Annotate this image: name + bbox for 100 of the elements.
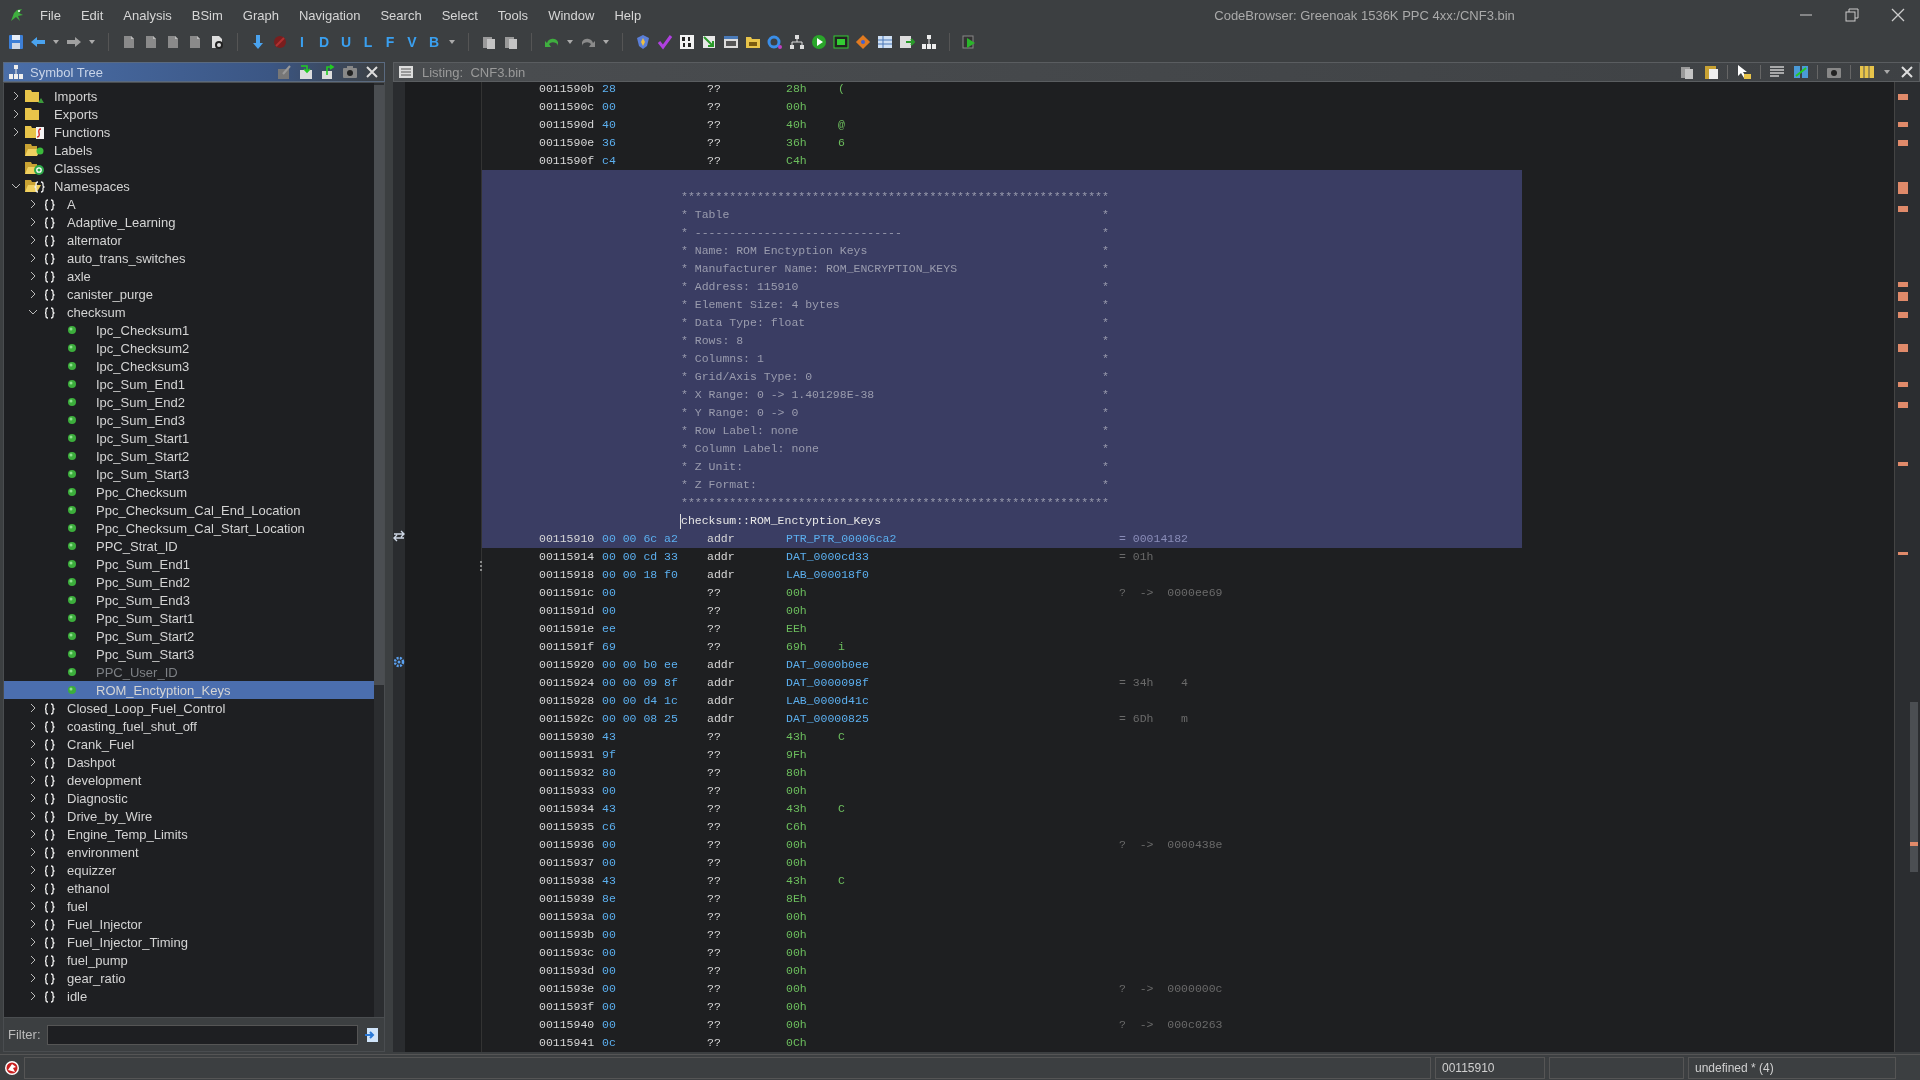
tree-row[interactable]: Ipc_Sum_Start1 bbox=[4, 429, 374, 447]
clipboard-icon[interactable] bbox=[503, 34, 519, 50]
shield-icon[interactable] bbox=[635, 34, 651, 50]
listing-row[interactable]: 00115941 0c ?? 0Ch bbox=[482, 1034, 1522, 1052]
tree-row[interactable]: Ipc_Sum_Start2 bbox=[4, 447, 374, 465]
cursor-icon[interactable] bbox=[1736, 64, 1752, 80]
copy-icon[interactable] bbox=[1679, 64, 1695, 80]
tree-row[interactable]: Exports bbox=[4, 105, 374, 123]
tree-row[interactable]: checksum bbox=[4, 303, 374, 321]
restore-icon[interactable] bbox=[1844, 7, 1860, 23]
tree-row[interactable]: Closed_Loop_Fuel_Control bbox=[4, 699, 374, 717]
tree-row[interactable]: PPC_Strat_ID bbox=[4, 537, 374, 555]
tree-row[interactable]: coasting_fuel_shut_off bbox=[4, 717, 374, 735]
listing-row[interactable]: 00115934 43 ?? 43h C bbox=[482, 800, 1522, 818]
forward-arrow-icon[interactable] bbox=[66, 34, 82, 50]
camera-icon[interactable] bbox=[342, 64, 358, 80]
menu-item[interactable]: Tools bbox=[487, 7, 539, 23]
menu-item[interactable]: BSim bbox=[181, 7, 233, 23]
tree-row[interactable]: Drive_by_Wire bbox=[4, 807, 374, 825]
tree-row[interactable]: Classes bbox=[4, 159, 374, 177]
export-icon[interactable] bbox=[899, 34, 915, 50]
menu-item[interactable]: Edit bbox=[70, 7, 114, 23]
tree-row[interactable]: Ipc_Sum_End2 bbox=[4, 393, 374, 411]
listing-row[interactable]: 0011591f 69 ?? 69h i bbox=[482, 638, 1522, 656]
folder-icon[interactable] bbox=[745, 34, 761, 50]
listing-row[interactable]: 00115935 c6 ?? C6h bbox=[482, 818, 1522, 836]
play-icon[interactable] bbox=[811, 34, 827, 50]
tree-row[interactable]: Ppc_Sum_Start3 bbox=[4, 645, 374, 663]
listing-row[interactable]: 0011593f 00 ?? 00h bbox=[482, 998, 1522, 1016]
listing-row[interactable]: 0011590e 36 ?? 36h 6 bbox=[482, 134, 1522, 152]
listing-row[interactable]: 00115938 43 ?? 43h C bbox=[482, 872, 1522, 890]
tree-row[interactable]: Ppc_Sum_Start1 bbox=[4, 609, 374, 627]
listing-row[interactable]: checksum::ROM_Enctyption_Keys bbox=[482, 512, 1522, 530]
down-arrow-icon[interactable] bbox=[250, 34, 266, 50]
listing-row[interactable]: 00115940 00 ?? 00h ? -> 000c0263 bbox=[482, 1016, 1522, 1034]
listing-row[interactable]: 0011592c 00 00 08 25 addr DAT_00000825 = 6Dh m bbox=[482, 710, 1522, 728]
paste-icon[interactable] bbox=[1703, 64, 1719, 80]
tree-row[interactable]: alternator bbox=[4, 231, 374, 249]
listing-row[interactable]: 0011591e ee ?? EEh bbox=[482, 620, 1522, 638]
menu-item[interactable]: Navigation bbox=[289, 7, 371, 23]
listing-row[interactable]: 0011593a 00 ?? 00h bbox=[482, 908, 1522, 926]
listing-row[interactable]: 0011593c 00 ?? 00h bbox=[482, 944, 1522, 962]
tree-row[interactable]: Ipc_Checksum3 bbox=[4, 357, 374, 375]
split-arrows-icon[interactable] bbox=[393, 528, 405, 544]
tree-row[interactable]: PPC_User_ID bbox=[4, 663, 374, 681]
tree-row[interactable]: Ipc_Sum_End3 bbox=[4, 411, 374, 429]
tree-row[interactable]: fuel_pump bbox=[4, 951, 374, 969]
arrow-box-icon[interactable] bbox=[701, 34, 717, 50]
close-icon[interactable] bbox=[364, 64, 380, 80]
table-icon[interactable] bbox=[877, 34, 893, 50]
letter-button[interactable]: D bbox=[316, 34, 332, 50]
tree-row[interactable]: Ppc_Sum_End3 bbox=[4, 591, 374, 609]
tree-row[interactable]: Diagnostic bbox=[4, 789, 374, 807]
chip-icon[interactable] bbox=[833, 34, 849, 50]
tree-row[interactable]: Crank_Fuel bbox=[4, 735, 374, 753]
tree-row[interactable]: development bbox=[4, 771, 374, 789]
dragon-logo-icon[interactable] bbox=[8, 7, 24, 23]
tree-row[interactable]: Ppc_Checksum_Cal_Start_Location bbox=[4, 519, 374, 537]
tree-row[interactable]: Dashpot bbox=[4, 753, 374, 771]
listing-row[interactable]: 0011591d 00 ?? 00h bbox=[482, 602, 1522, 620]
field-layout-icon[interactable] bbox=[1769, 64, 1785, 80]
letter-button[interactable]: F bbox=[382, 34, 398, 50]
menu-item[interactable]: Graph bbox=[232, 7, 289, 23]
hierarchy-icon[interactable] bbox=[921, 34, 937, 50]
tree-row[interactable]: environment bbox=[4, 843, 374, 861]
tree-row[interactable]: Fuel_Injector_Timing bbox=[4, 933, 374, 951]
menu-item[interactable]: Help bbox=[604, 7, 652, 23]
gear-icon[interactable] bbox=[393, 654, 405, 670]
listing-row[interactable]: 00115914 00 00 cd 33 addr DAT_0000cd33 = 01h bbox=[482, 548, 1522, 566]
tree-row[interactable]: Imports bbox=[4, 87, 374, 105]
document-icon[interactable] bbox=[209, 34, 225, 50]
listing-row[interactable]: 00115933 00 ?? 00h bbox=[482, 782, 1522, 800]
listing-row[interactable]: 0011593e 00 ?? 00h ? -> 0000000c bbox=[482, 980, 1522, 998]
listing-row[interactable]: 00115932 80 ?? 80h bbox=[482, 764, 1522, 782]
menu-item[interactable]: Select bbox=[431, 7, 488, 23]
tree-row[interactable]: Labels bbox=[4, 141, 374, 159]
tree-row[interactable]: Ipc_Sum_End1 bbox=[4, 375, 374, 393]
export-icon[interactable] bbox=[320, 64, 336, 80]
tree-row[interactable]: auto_trans_switches bbox=[4, 249, 374, 267]
listing-row[interactable]: 00115924 00 00 09 8f addr DAT_0000098f = 34h 4 bbox=[482, 674, 1522, 692]
listing-row[interactable]: 00115920 00 00 b0 ee addr DAT_0000b0ee bbox=[482, 656, 1522, 674]
listing-row[interactable]: 00115939 8e ?? 8Eh bbox=[482, 890, 1522, 908]
letter-button[interactable]: I bbox=[294, 34, 310, 50]
tree-row[interactable]: idle bbox=[4, 987, 374, 1005]
menu-item[interactable]: Analysis bbox=[113, 7, 182, 23]
tree-row[interactable]: Engine_Temp_Limits bbox=[4, 825, 374, 843]
tree-row[interactable]: Ppc_Sum_End1 bbox=[4, 555, 374, 573]
checkmark-icon[interactable] bbox=[657, 34, 673, 50]
edit-icon[interactable] bbox=[276, 64, 292, 80]
window-icon[interactable] bbox=[723, 34, 739, 50]
tree-row[interactable]: ethanol bbox=[4, 879, 374, 897]
tree-row[interactable]: Ipc_Sum_Start3 bbox=[4, 465, 374, 483]
column-icon[interactable] bbox=[1859, 64, 1875, 80]
listing-row[interactable]: 0011593b 00 ?? 00h bbox=[482, 926, 1522, 944]
tree-row[interactable]: Adaptive_Learning bbox=[4, 213, 374, 231]
letter-button[interactable]: B bbox=[426, 34, 442, 50]
tree-row[interactable]: Fuel_Injector bbox=[4, 915, 374, 933]
import-icon[interactable] bbox=[298, 64, 314, 80]
listing-row[interactable]: 00115937 00 ?? 00h bbox=[482, 854, 1522, 872]
listing-row[interactable]: 00115918 00 00 18 f0 addr LAB_000018f0 bbox=[482, 566, 1522, 584]
